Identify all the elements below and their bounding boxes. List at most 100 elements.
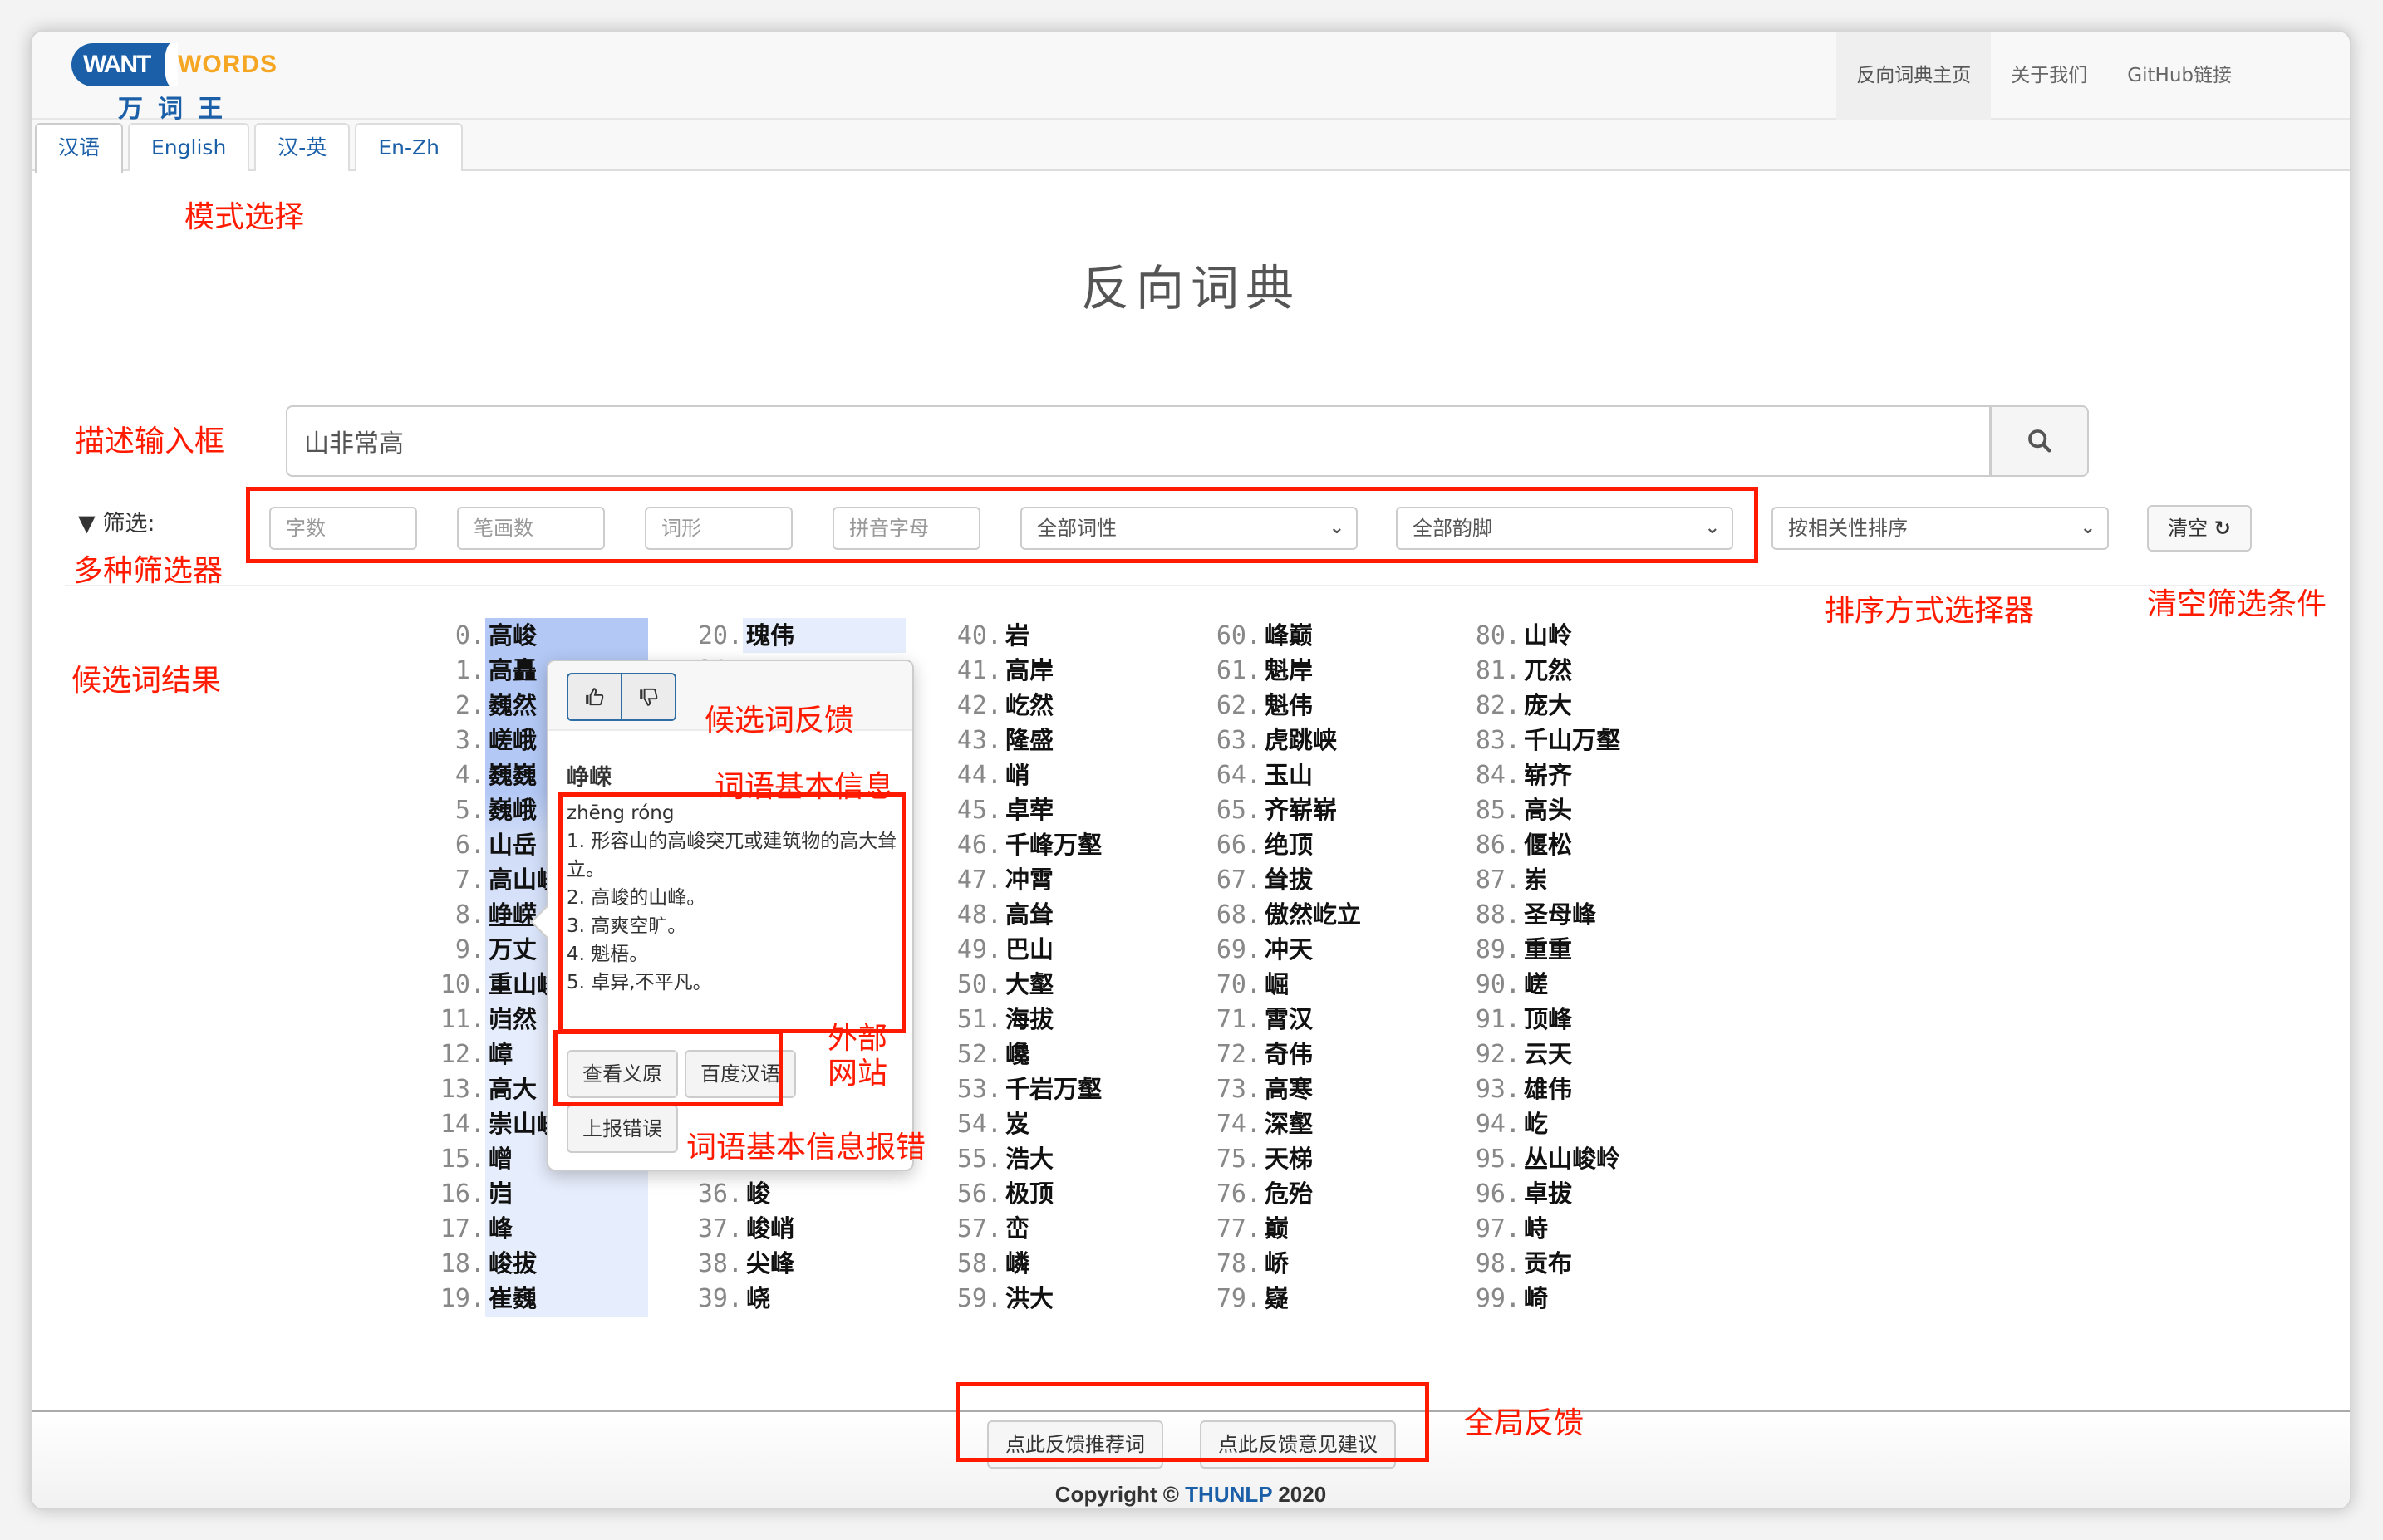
result-item[interactable]: 36. 峻 [651,1176,770,1211]
result-word[interactable]: 巉 [1005,1037,1029,1072]
result-item[interactable]: 44. 峭 [911,758,1029,792]
result-item[interactable]: 38. 尖峰 [651,1246,794,1281]
result-item[interactable]: 59. 洪大 [911,1281,1054,1316]
result-item[interactable]: 16. 岿 [394,1176,513,1211]
result-word[interactable]: 屹 [1524,1106,1548,1141]
result-word[interactable]: 巴山 [1005,932,1054,967]
result-item[interactable]: 89. 重重 [1429,932,1572,967]
result-word[interactable]: 山岭 [1524,618,1572,653]
result-item[interactable]: 72. 奇伟 [1170,1037,1313,1072]
copyright-brand-link[interactable]: THUNLP [1185,1482,1272,1507]
result-item[interactable]: 99. 崎 [1429,1281,1548,1316]
result-word[interactable]: 贡布 [1524,1246,1572,1281]
result-item[interactable]: 93. 雄伟 [1429,1072,1572,1106]
result-item[interactable]: 43. 隆盛 [911,723,1054,758]
result-word[interactable]: 嵯峨 [489,723,537,758]
result-word[interactable]: 偃松 [1524,827,1572,862]
result-item[interactable]: 54. 岌 [911,1106,1029,1141]
result-word[interactable]: 崭齐 [1524,758,1572,792]
result-item[interactable]: 56. 极顶 [911,1176,1054,1211]
result-item[interactable]: 87. 岽 [1429,862,1548,897]
result-item[interactable]: 67. 耸拔 [1170,862,1313,897]
result-item[interactable]: 45. 卓荦 [911,792,1054,827]
result-word[interactable]: 虎跳峡 [1265,723,1337,758]
result-word[interactable]: 洪大 [1005,1281,1054,1316]
search-button[interactable] [1991,405,2089,477]
result-word[interactable]: 千山万壑 [1524,723,1620,758]
result-item[interactable]: 20. 瑰伟 [651,618,794,653]
result-item[interactable]: 64. 玉山 [1170,758,1313,792]
result-item[interactable]: 92. 云天 [1429,1037,1572,1072]
result-item[interactable]: 48. 高耸 [911,897,1054,932]
result-item[interactable]: 49. 巴山 [911,932,1054,967]
result-word[interactable]: 峦 [1005,1211,1029,1246]
result-item[interactable]: 11. 岿然 [394,1002,537,1037]
result-word[interactable]: 嶙 [1005,1246,1029,1281]
result-word[interactable]: 大壑 [1005,967,1054,1002]
result-word[interactable]: 千岩万壑 [1005,1072,1102,1106]
tab-en-zh[interactable]: En-Zh [355,123,463,171]
result-item[interactable]: 12. 嶂 [394,1037,513,1072]
result-word[interactable]: 岿然 [489,1002,537,1037]
sort-select[interactable]: 按相关性排序 ⌄ [1771,507,2109,550]
result-item[interactable]: 95. 丛山峻岭 [1429,1141,1620,1176]
result-word[interactable]: 峻拔 [489,1246,537,1281]
tab-zh-en[interactable]: 汉-英 [254,123,351,171]
result-item[interactable]: 18. 峻拔 [394,1246,537,1281]
result-word[interactable]: 崔巍 [489,1281,537,1316]
result-word[interactable]: 岽 [1524,862,1548,897]
thumbs-up-button[interactable] [568,674,621,719]
result-item[interactable]: 83. 千山万壑 [1429,723,1620,758]
result-word[interactable]: 浩大 [1005,1141,1054,1176]
result-word[interactable]: 巍峨 [489,792,537,827]
result-word[interactable]: 耸拔 [1265,862,1313,897]
result-word[interactable]: 齐崭崭 [1265,792,1337,827]
result-word[interactable]: 峭 [1005,758,1029,792]
result-item[interactable]: 19. 崔巍 [394,1281,537,1316]
result-item[interactable]: 63. 虎跳峡 [1170,723,1337,758]
result-word[interactable]: 玉山 [1265,758,1313,792]
result-word[interactable]: 危殆 [1265,1176,1313,1211]
result-word[interactable]: 高峻 [489,618,537,653]
result-word[interactable]: 岿 [489,1176,513,1211]
result-word[interactable]: 顶峰 [1524,1002,1572,1037]
result-item[interactable]: 0. 高峻 [394,618,537,653]
result-word[interactable]: 崎 [1524,1281,1548,1316]
result-item[interactable]: 80. 山岭 [1429,618,1572,653]
result-item[interactable]: 5. 巍峨 [394,792,537,827]
result-word[interactable]: 魁岸 [1265,653,1313,688]
report-error-button[interactable]: 上报错误 [567,1105,678,1153]
result-word[interactable]: 深壑 [1265,1106,1313,1141]
wantwords-logo[interactable]: WANT WORDS 万词王 [71,38,312,124]
result-word[interactable]: 卓拔 [1524,1176,1572,1211]
result-word[interactable]: 雄伟 [1524,1072,1572,1106]
result-item[interactable]: 55. 浩大 [911,1141,1054,1176]
result-item[interactable]: 78. 峤 [1170,1246,1289,1281]
result-word[interactable]: 巍然 [489,688,537,723]
result-item[interactable]: 53. 千岩万壑 [911,1072,1102,1106]
result-item[interactable]: 50. 大壑 [911,967,1054,1002]
result-word[interactable]: 瑰伟 [746,618,794,653]
result-word[interactable]: 千峰万壑 [1005,827,1102,862]
result-word[interactable]: 峣 [746,1281,770,1316]
result-word[interactable]: 隆盛 [1005,723,1054,758]
result-item[interactable]: 41. 高岸 [911,653,1054,688]
result-word[interactable]: 高头 [1524,792,1572,827]
result-word[interactable]: 高大 [489,1072,537,1106]
result-item[interactable]: 52. 巉 [911,1037,1029,1072]
result-word[interactable]: 峤 [1265,1246,1289,1281]
result-item[interactable]: 58. 嶙 [911,1246,1029,1281]
result-word[interactable]: 山岳 [489,827,537,862]
result-item[interactable]: 74. 深壑 [1170,1106,1313,1141]
result-word[interactable]: 极顶 [1005,1176,1054,1211]
result-word[interactable]: 峻 [746,1176,770,1211]
result-item[interactable]: 8. 峥嵘 [394,897,537,932]
result-word[interactable]: 海拔 [1005,1002,1054,1037]
result-item[interactable]: 46. 千峰万壑 [911,827,1102,862]
result-item[interactable]: 9. 万丈 [394,932,537,967]
tab-english[interactable]: English [128,123,250,171]
result-word[interactable]: 丛山峻岭 [1524,1141,1620,1176]
result-word[interactable]: 嵯 [1524,967,1548,1002]
result-word[interactable]: 高耸 [1005,897,1054,932]
result-item[interactable]: 75. 天梯 [1170,1141,1313,1176]
